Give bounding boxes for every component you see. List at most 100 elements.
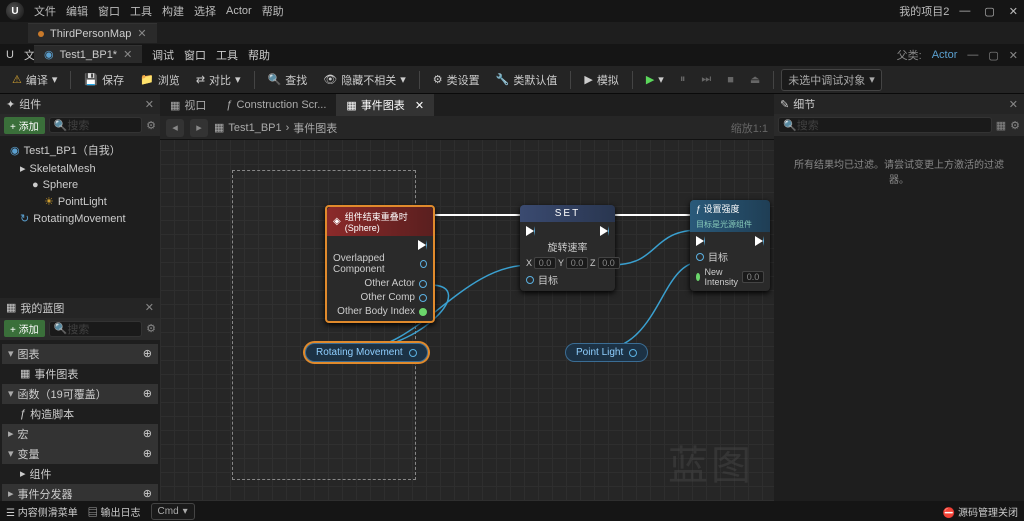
close-icon[interactable]: ✕	[145, 301, 154, 314]
myblueprint-panel-header[interactable]: ▦ 我的蓝图 ✕	[0, 298, 160, 318]
exec-out-pin[interactable]	[600, 226, 609, 236]
exec-out-pin[interactable]	[418, 240, 427, 250]
pin-otheractor[interactable]	[419, 280, 427, 288]
tree-rotatingmovement[interactable]: ↻RotatingMovement	[2, 210, 158, 227]
close-icon[interactable]: ✕	[1009, 49, 1018, 62]
node-set-intensity[interactable]: ƒ 设置强度 目标是光源组件 目标 New Intensity	[690, 200, 770, 291]
browse-button[interactable]: 📁浏览	[134, 69, 186, 91]
output-log-button[interactable]: ▤ 输出日志	[88, 504, 141, 519]
step-button[interactable]: ⏭	[695, 70, 717, 89]
components-search-input[interactable]: 🔍搜索	[49, 117, 143, 133]
tree-constructscript[interactable]: ƒ构造脚本	[2, 404, 158, 424]
minimize-icon[interactable]: —	[959, 5, 970, 18]
exec-in-pin[interactable]	[526, 226, 535, 236]
section-macros[interactable]: ▸宏⊕	[2, 424, 158, 444]
gear-icon[interactable]: ⚙	[1010, 119, 1020, 132]
menu-select[interactable]: 选择	[194, 3, 216, 19]
bp-menu-window[interactable]: 窗口	[184, 47, 206, 63]
cmd-input[interactable]: Cmd ▾	[151, 503, 195, 520]
tree-sphere[interactable]: ●Sphere	[2, 177, 158, 193]
eject-button[interactable]: ⏏	[744, 70, 766, 89]
exec-out-pin[interactable]	[755, 236, 764, 246]
section-functions[interactable]: ▾函数（19可覆盖）⊕	[2, 384, 158, 404]
tree-var-components[interactable]: ▸组件	[2, 464, 158, 484]
tab-close-icon[interactable]: ✕	[137, 27, 146, 40]
tab-test1bp1[interactable]: ◉ Test1_BP1* ✕	[34, 45, 142, 63]
maximize-icon[interactable]: ▢	[988, 49, 998, 62]
section-graphs[interactable]: ▾图表⊕	[2, 344, 158, 364]
class-settings-button[interactable]: ⚙类设置	[427, 69, 486, 91]
graph-canvas[interactable]: ◈组件结束重叠时 (Sphere) Overlapped Component O…	[160, 140, 774, 501]
add-new-button[interactable]: + 添加	[4, 320, 45, 337]
section-dispatchers[interactable]: ▸事件分发器⊕	[2, 484, 158, 502]
source-control-status[interactable]: ⛔ 源码管理关闭	[943, 504, 1018, 519]
play-button[interactable]: ▶▾	[640, 70, 670, 89]
nav-fwd-button[interactable]: ▸	[190, 119, 208, 137]
save-button[interactable]: 💾保存	[78, 69, 130, 91]
node-set-rotationrate[interactable]: SET 旋转速率 X Y Z 目标	[520, 205, 615, 291]
tree-root[interactable]: ◉Test1_BP1（自我）	[2, 140, 158, 160]
close-icon[interactable]: ✕	[1009, 5, 1018, 18]
nav-back-button[interactable]: ◂	[166, 119, 184, 137]
add-component-button[interactable]: + 添加	[4, 117, 45, 134]
tab-eventgraph[interactable]: ▦事件图表✕	[336, 94, 434, 116]
menu-help[interactable]: 帮助	[262, 3, 284, 19]
tab-viewport[interactable]: ▦视口	[160, 94, 216, 116]
grid-icon[interactable]: ▦	[996, 119, 1006, 132]
tab-close-icon[interactable]: ✕	[123, 48, 132, 61]
close-icon[interactable]: ✕	[145, 98, 154, 111]
simulate-button[interactable]: ▶模拟	[578, 69, 624, 91]
minimize-icon[interactable]: —	[967, 49, 978, 61]
menu-build[interactable]: 构建	[162, 3, 184, 19]
parent-class-link[interactable]: Actor	[932, 49, 958, 61]
menu-edit[interactable]: 编辑	[66, 3, 88, 19]
node-event-overlap[interactable]: ◈组件结束重叠时 (Sphere) Overlapped Component O…	[325, 205, 435, 323]
intensity-input[interactable]	[742, 271, 764, 283]
breadcrumb-root[interactable]: Test1_BP1	[228, 122, 281, 134]
pin-target[interactable]	[526, 276, 534, 284]
close-icon[interactable]: ✕	[1009, 98, 1018, 111]
pin-overlapped[interactable]	[420, 260, 427, 268]
compile-button[interactable]: ⚠编译▾	[6, 69, 63, 91]
maximize-icon[interactable]: ▢	[984, 5, 994, 18]
menu-window[interactable]: 窗口	[98, 3, 120, 19]
exec-in-pin[interactable]	[696, 236, 705, 246]
diff-button[interactable]: ⇄对比▾	[190, 69, 247, 91]
rate-y-input[interactable]	[566, 257, 588, 269]
breadcrumb-graph[interactable]: 事件图表	[293, 120, 337, 136]
pin-bodyindex[interactable]	[419, 308, 427, 316]
rate-x-input[interactable]	[534, 257, 556, 269]
details-panel-header[interactable]: ✎ 细节 ✕	[774, 94, 1024, 114]
close-icon[interactable]: ✕	[415, 99, 424, 112]
myblueprint-search-input[interactable]: 🔍搜索	[49, 321, 143, 337]
pause-button[interactable]: ⏸	[674, 70, 692, 89]
debug-filter-dropdown[interactable]: 未选中调试对象▾	[781, 69, 882, 91]
pin-out[interactable]	[629, 349, 637, 357]
tree-pointlight[interactable]: ☀PointLight	[2, 193, 158, 210]
pin-target[interactable]	[696, 253, 704, 261]
menu-actor[interactable]: Actor	[226, 5, 252, 17]
stop-button[interactable]: ■	[721, 71, 740, 89]
components-panel-header[interactable]: ✦ 组件 ✕	[0, 94, 160, 114]
menu-file[interactable]: 文件	[34, 3, 56, 19]
pin-othercomp[interactable]	[419, 294, 427, 302]
content-drawer-button[interactable]: ☰ 内容侧滑菜单	[6, 504, 78, 519]
tree-eventgraph[interactable]: ▦事件图表	[2, 364, 158, 384]
bp-menu-debug[interactable]: 调试	[152, 47, 174, 63]
hide-unrelated-button[interactable]: 👁隐藏不相关▾	[317, 69, 412, 91]
pin-intensity[interactable]	[696, 273, 700, 281]
node-var-rotatingmovement[interactable]: Rotating Movement	[305, 343, 428, 362]
tab-construction[interactable]: ƒConstruction Scr...	[216, 94, 336, 116]
gear-icon[interactable]: ⚙	[146, 119, 156, 132]
details-search-input[interactable]: 🔍搜索	[778, 117, 992, 133]
find-button[interactable]: 🔍查找	[262, 69, 314, 91]
class-defaults-button[interactable]: 🔧类默认值	[490, 69, 564, 91]
pin-out[interactable]	[409, 349, 417, 357]
tab-thirdpersonmap[interactable]: ThirdPersonMap ✕	[28, 23, 157, 43]
bp-menu-help[interactable]: 帮助	[248, 47, 270, 63]
section-variables[interactable]: ▾变量⊕	[2, 444, 158, 464]
node-var-pointlight[interactable]: Point Light	[565, 343, 648, 362]
gear-icon[interactable]: ⚙	[146, 322, 156, 335]
menu-tools[interactable]: 工具	[130, 3, 152, 19]
tree-skeletalmesh[interactable]: ▸SkeletalMesh	[2, 160, 158, 177]
